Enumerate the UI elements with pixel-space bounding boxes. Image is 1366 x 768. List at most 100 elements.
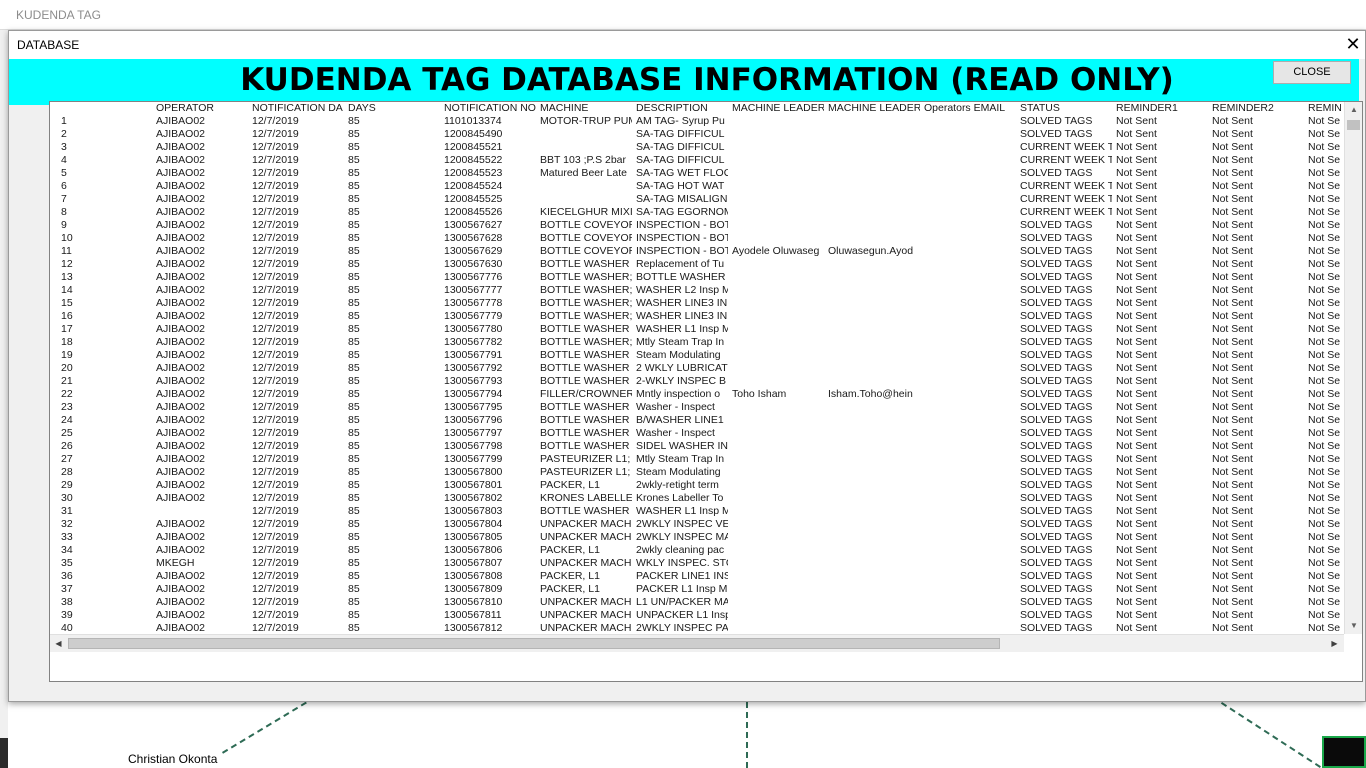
table-row[interactable]: 40 AJIBAO02 12/7/2019 85 1300567812 UNPACKER … xyxy=(50,622,1344,634)
cell-col-description: 2WKLY INSPEC VE xyxy=(636,518,728,530)
table-row[interactable]: 31 12/7/2019 85 1300567803 BOTTLE WASHER WASH… xyxy=(50,505,1344,518)
vertical-scrollbar[interactable]: ▲ ▼ xyxy=(1344,102,1362,634)
table-row[interactable]: 34 AJIBAO02 12/7/2019 85 1300567806 PACKER, L… xyxy=(50,544,1344,557)
cell-col-operators-email xyxy=(924,310,1016,323)
cell-col-machine-leader xyxy=(732,323,824,336)
cell-col-status: SOLVED TAGS xyxy=(1020,622,1093,634)
table-row[interactable]: 12 AJIBAO02 12/7/2019 85 1300567630 BOTTLE WA… xyxy=(50,258,1344,271)
cell-col-reminder2: Not Sent xyxy=(1212,375,1253,387)
table-row[interactable]: 1 AJIBAO02 12/7/2019 85 1101013374 MOTOR-TRUP… xyxy=(50,115,1344,128)
cell-col-machine-leader xyxy=(732,297,824,310)
table-row[interactable]: 37 AJIBAO02 12/7/2019 85 1300567809 PACKER, L… xyxy=(50,583,1344,596)
cell-col-operators-email xyxy=(924,414,1016,427)
table-row[interactable]: 6 AJIBAO02 12/7/2019 85 1200845524 SA-TAG HOT… xyxy=(50,180,1344,193)
cell-col-notification-no: 1300567628 xyxy=(444,232,503,244)
table-row[interactable]: 7 AJIBAO02 12/7/2019 85 1200845525 SA-TAG MIS… xyxy=(50,193,1344,206)
cell-col-days: 85 xyxy=(348,336,360,348)
diagram-node-shape[interactable] xyxy=(1322,736,1366,768)
header-col-machine-leader: MACHINE LEADER xyxy=(732,102,824,114)
table-row[interactable]: 21 AJIBAO02 12/7/2019 85 1300567793 BOTTLE WA… xyxy=(50,375,1344,388)
table-row[interactable]: 38 AJIBAO02 12/7/2019 85 1300567810 UNPACKER … xyxy=(50,596,1344,609)
table-row[interactable]: 10 AJIBAO02 12/7/2019 85 1300567628 BOTTLE CO… xyxy=(50,232,1344,245)
table-row[interactable]: 4 AJIBAO02 12/7/2019 85 1200845522 BBT 103 ;P… xyxy=(50,154,1344,167)
cell-col-operator: AJIBAO02 xyxy=(156,336,206,348)
table-row[interactable]: 16 AJIBAO02 12/7/2019 85 1300567779 BOTTLE WA… xyxy=(50,310,1344,323)
table-row[interactable]: 20 AJIBAO02 12/7/2019 85 1300567792 BOTTLE WA… xyxy=(50,362,1344,375)
table-row[interactable]: 26 AJIBAO02 12/7/2019 85 1300567798 BOTTLE WA… xyxy=(50,440,1344,453)
cell-col-operators-email xyxy=(924,349,1016,362)
cell-col-reminder1: Not Sent xyxy=(1116,414,1157,426)
table-row[interactable]: 14 AJIBAO02 12/7/2019 85 1300567777 BOTTLE WA… xyxy=(50,284,1344,297)
table-row[interactable]: 24 AJIBAO02 12/7/2019 85 1300567796 BOTTLE WA… xyxy=(50,414,1344,427)
cell-col-notification-date: 12/7/2019 xyxy=(252,284,299,296)
table-row[interactable]: 33 AJIBAO02 12/7/2019 85 1300567805 UNPACKER … xyxy=(50,531,1344,544)
cell-col-reminder1: Not Sent xyxy=(1116,258,1157,270)
cell-col-machine-leader: Ayodele Oluwaseg xyxy=(732,245,820,257)
cell-col-description: WASHER L1 Insp M xyxy=(636,323,728,335)
cell-col-reminder3: Not Se xyxy=(1308,531,1341,543)
cell-col-notification-no: 1300567802 xyxy=(444,492,503,504)
table-row[interactable]: 19 AJIBAO02 12/7/2019 85 1300567791 BOTTLE WA… xyxy=(50,349,1344,362)
cell-col-status: SOLVED TAGS xyxy=(1020,583,1093,595)
table-row[interactable]: 8 AJIBAO02 12/7/2019 85 1200845526 KIECELGHUR… xyxy=(50,206,1344,219)
table-row[interactable]: 11 AJIBAO02 12/7/2019 85 1300567629 BOTTLE CO… xyxy=(50,245,1344,258)
table-row[interactable]: 5 AJIBAO02 12/7/2019 85 1200845523 Matured Be… xyxy=(50,167,1344,180)
scroll-left-icon[interactable]: ◀ xyxy=(50,635,67,653)
cell-col-machine-leader xyxy=(732,180,824,193)
cell-col-notification-date: 12/7/2019 xyxy=(252,544,299,556)
cell-col-status: SOLVED TAGS xyxy=(1020,453,1093,465)
cell-col-notification-no: 1300567810 xyxy=(444,596,503,608)
table-row[interactable]: 18 AJIBAO02 12/7/2019 85 1300567782 BOTTLE WA… xyxy=(50,336,1344,349)
cell-col-operator: AJIBAO02 xyxy=(156,492,206,504)
table-row[interactable]: 35 MKEGH 12/7/2019 85 1300567807 UNPACKER MAC… xyxy=(50,557,1344,570)
table-row[interactable]: 32 AJIBAO02 12/7/2019 85 1300567804 UNPACKER … xyxy=(50,518,1344,531)
cell-col-operators-email xyxy=(924,596,1016,609)
table-row[interactable]: 28 AJIBAO02 12/7/2019 85 1300567800 PASTEURIZ… xyxy=(50,466,1344,479)
scroll-up-icon[interactable]: ▲ xyxy=(1345,102,1362,118)
table-row[interactable]: 17 AJIBAO02 12/7/2019 85 1300567780 BOTTLE WA… xyxy=(50,323,1344,336)
table-row[interactable]: 9 AJIBAO02 12/7/2019 85 1300567627 BOTTLE COV… xyxy=(50,219,1344,232)
table-row[interactable]: 22 AJIBAO02 12/7/2019 85 1300567794 FILLER/CR… xyxy=(50,388,1344,401)
table-row[interactable]: 3 AJIBAO02 12/7/2019 85 1200845521 SA-TAG DIF… xyxy=(50,141,1344,154)
table-row[interactable]: 39 AJIBAO02 12/7/2019 85 1300567811 UNPACKER … xyxy=(50,609,1344,622)
header-col-notification-no: NOTIFICATION NO xyxy=(444,102,536,114)
cell-col-description: WASHER LINE3 IN xyxy=(636,310,728,322)
table-row[interactable]: 2 AJIBAO02 12/7/2019 85 1200845490 SA-TAG DIF… xyxy=(50,128,1344,141)
table-row[interactable]: 23 AJIBAO02 12/7/2019 85 1300567795 BOTTLE WA… xyxy=(50,401,1344,414)
table-row[interactable]: 30 AJIBAO02 12/7/2019 85 1300567802 KRONES LA… xyxy=(50,492,1344,505)
table-row[interactable]: 15 AJIBAO02 12/7/2019 85 1300567778 BOTTLE WA… xyxy=(50,297,1344,310)
cell-col-operator: AJIBAO02 xyxy=(156,128,206,140)
cell-col-machine-leader-email xyxy=(828,453,920,466)
horizontal-scroll-thumb[interactable] xyxy=(68,638,1000,649)
cell-col-machine-leader-email xyxy=(828,505,920,518)
table-row[interactable]: 25 AJIBAO02 12/7/2019 85 1300567797 BOTTLE WA… xyxy=(50,427,1344,440)
app-titlebar: KUDENDA TAG xyxy=(0,0,1366,30)
cell-col-operator: AJIBAO02 xyxy=(156,349,206,361)
cell-col-reminder2: Not Sent xyxy=(1212,349,1253,361)
cell-col-operators-email xyxy=(924,466,1016,479)
cell-col-days: 85 xyxy=(348,492,360,504)
diagram-node-label: Christian Okonta xyxy=(128,752,218,766)
scroll-right-icon[interactable]: ▶ xyxy=(1326,635,1343,653)
cell-col-notification-date: 12/7/2019 xyxy=(252,583,299,595)
cell-col-index: 13 xyxy=(61,271,73,283)
cell-col-machine-leader-email xyxy=(828,544,920,557)
cell-col-description: PACKER LINE1 INS xyxy=(636,570,728,582)
cell-col-operator: AJIBAO02 xyxy=(156,232,206,244)
horizontal-scrollbar[interactable]: ◀ ▶ xyxy=(50,634,1344,652)
cell-col-index: 25 xyxy=(61,427,73,439)
table-row[interactable]: 27 AJIBAO02 12/7/2019 85 1300567799 PASTEURIZ… xyxy=(50,453,1344,466)
cell-col-notification-date: 12/7/2019 xyxy=(252,349,299,361)
vertical-scroll-thumb[interactable] xyxy=(1347,120,1360,130)
scroll-down-icon[interactable]: ▼ xyxy=(1345,618,1362,634)
cell-col-operator: AJIBAO02 xyxy=(156,622,206,634)
cell-col-days: 85 xyxy=(348,232,360,244)
table-row[interactable]: 13 AJIBAO02 12/7/2019 85 1300567776 BOTTLE WA… xyxy=(50,271,1344,284)
table-row[interactable]: 29 AJIBAO02 12/7/2019 85 1300567801 PACKER, L… xyxy=(50,479,1344,492)
close-icon[interactable]: ✕ xyxy=(1343,34,1363,54)
table-row[interactable]: 36 AJIBAO02 12/7/2019 85 1300567808 PACKER, L… xyxy=(50,570,1344,583)
cell-col-reminder1: Not Sent xyxy=(1116,323,1157,335)
close-button[interactable]: CLOSE xyxy=(1273,61,1351,84)
database-listbox[interactable]: OPERATOR NOTIFICATION DA DAYS NOTIFICATION … xyxy=(49,101,1363,682)
cell-col-operators-email xyxy=(924,128,1016,141)
